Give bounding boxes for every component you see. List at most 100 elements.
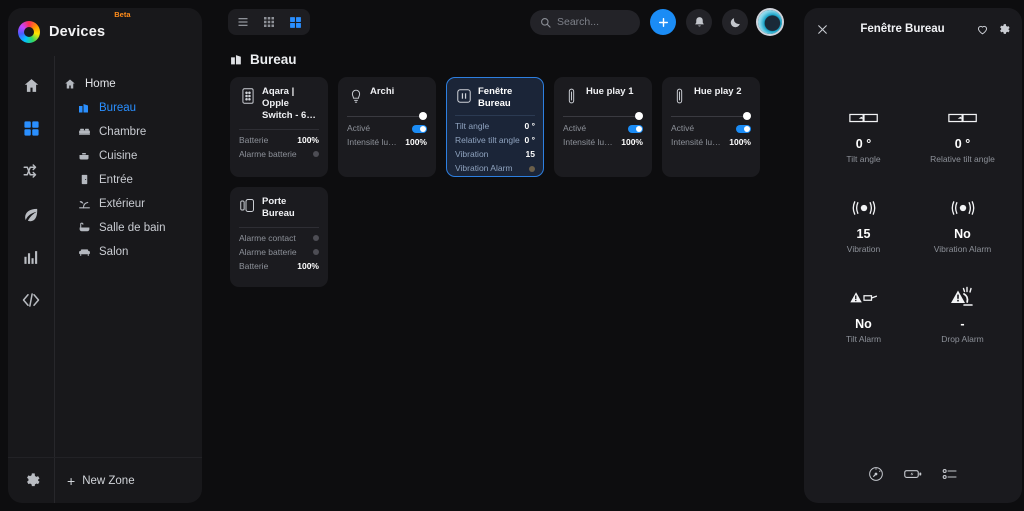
light-bar-icon [563, 86, 580, 105]
stat-vibration: 15 Vibration [814, 195, 913, 254]
rail-item-home[interactable] [18, 72, 44, 98]
brightness-slider[interactable] [671, 106, 751, 122]
light-bar-icon [671, 86, 688, 105]
card-property: Activé [347, 122, 427, 135]
zone-label: Cuisine [99, 149, 138, 162]
property-name: Relative tilt angle [455, 135, 520, 145]
door-sensor-icon [239, 196, 256, 215]
battery-icon[interactable] [904, 466, 922, 482]
plus-icon: + [67, 472, 76, 489]
card-header: Aqara | Opple Switch - 6… [239, 86, 319, 122]
card-property: Batterie 100% [239, 134, 319, 147]
options-list-icon[interactable] [942, 466, 958, 482]
device-card-porte-bureau[interactable]: Porte Bureau Alarme contact Alarme batte… [230, 187, 328, 287]
user-avatar[interactable] [758, 10, 782, 34]
panel-footer [804, 445, 1022, 503]
settings-button[interactable] [8, 472, 54, 489]
search-input[interactable] [557, 16, 630, 28]
notifications-button[interactable] [686, 9, 712, 35]
status-dot [313, 249, 319, 256]
zone-item-entree[interactable]: Entrée [55, 168, 202, 191]
rail-item-statistics[interactable] [18, 244, 44, 270]
stat-vibration-alarm: No Vibration Alarm [913, 195, 1012, 254]
zone-label: Entrée [99, 173, 133, 186]
close-icon[interactable] [816, 23, 829, 36]
stat-tilt-angle: 0 ° Tilt angle [814, 105, 913, 164]
add-device-button[interactable] [650, 9, 676, 35]
power-toggle[interactable] [412, 124, 427, 133]
theme-toggle-button[interactable] [722, 9, 748, 35]
bulb-icon [347, 86, 364, 105]
zone-item-chambre[interactable]: Chambre [55, 120, 202, 143]
heart-icon[interactable] [976, 23, 989, 36]
slider-track [563, 115, 637, 117]
zone-item-cuisine[interactable]: Cuisine [55, 144, 202, 167]
zone-item-home[interactable]: Home [55, 72, 202, 95]
property-value: 0 ° [524, 135, 536, 145]
property-value: 0 ° [524, 121, 536, 131]
card-property: Intensité lumineu… 100% [671, 136, 751, 149]
zone-label: Home [85, 77, 116, 90]
property-name: Activé [347, 123, 371, 133]
panel-header: Fenêtre Bureau [804, 8, 1022, 50]
stat-drop-alarm: - Drop Alarm [913, 285, 1012, 344]
brightness-slider[interactable] [563, 106, 643, 122]
card-divider [239, 226, 319, 228]
gauge-icon[interactable] [868, 466, 884, 482]
view-switcher [228, 9, 310, 35]
slider-knob[interactable] [743, 112, 751, 120]
drop-alarm-icon [950, 285, 976, 311]
property-value: 100% [405, 137, 427, 147]
rail-item-devices[interactable] [18, 115, 44, 141]
stat-grid: 0 ° Tilt angle 0 ° Relative tilt angle 1… [814, 105, 1012, 344]
power-toggle[interactable] [736, 124, 751, 133]
card-header: Hue play 2 [671, 86, 751, 106]
wall-switch-icon [239, 86, 256, 105]
brand-name: Devices [49, 24, 106, 40]
zone-item-salle-de-bain[interactable]: Salle de bain [55, 216, 202, 239]
compact-grid-view-button[interactable] [257, 12, 281, 32]
device-card-hue-play-2[interactable]: Hue play 2 Activé Intensité lumineu… 100… [662, 77, 760, 177]
device-card-aqara-opple-switch[interactable]: Aqara | Opple Switch - 6… Batterie 100% … [230, 77, 328, 177]
card-property: Alarme batterie [239, 148, 319, 161]
home-icon [63, 77, 77, 91]
new-zone-button[interactable]: + New Zone [54, 458, 202, 503]
card-property: Activé [671, 122, 751, 135]
tilt-angle-icon [947, 105, 978, 131]
brightness-slider[interactable] [347, 106, 427, 122]
stat-value: 0 ° [855, 137, 872, 151]
device-card-hue-play-1[interactable]: Hue play 1 Activé Intensité lumineu… 100… [554, 77, 652, 177]
zone-list: Home Bureau Chambre Cuisine Entrée Extér… [55, 72, 202, 457]
property-name: Activé [563, 123, 587, 133]
search-box[interactable] [530, 9, 640, 35]
page-title: Bureau [210, 44, 790, 77]
card-property: Vibration Alarm [455, 162, 535, 175]
card-property: Activé [563, 122, 643, 135]
zone-item-salon[interactable]: Salon [55, 240, 202, 263]
zone-item-bureau[interactable]: Bureau [55, 96, 202, 119]
slider-track [671, 115, 745, 117]
card-property: Relative tilt angle 0 ° [455, 134, 535, 147]
device-card-archi[interactable]: Archi Activé Intensité lumineu… 100% [338, 77, 436, 177]
rail-item-automations[interactable] [18, 158, 44, 184]
list-view-button[interactable] [231, 12, 255, 32]
rail-item-developer[interactable] [18, 287, 44, 313]
page-title-text: Bureau [250, 52, 297, 67]
stat-label: Vibration [846, 244, 881, 254]
slider-knob[interactable] [419, 112, 427, 120]
zone-item-exterieur[interactable]: Extérieur [55, 192, 202, 215]
card-title: Aqara | Opple Switch - 6… [262, 86, 316, 121]
gear-icon[interactable] [997, 23, 1010, 36]
card-property: Batterie 100% [239, 260, 319, 273]
device-card-fenetre-bureau[interactable]: Fenêtre Bureau Tilt angle 0 ° Relative t… [446, 77, 544, 177]
pot-icon [77, 149, 91, 163]
vibration-icon [849, 195, 879, 221]
card-grid-view-button[interactable] [283, 12, 307, 32]
card-title: Porte Bureau [262, 196, 295, 219]
card-header: Fenêtre Bureau [455, 86, 535, 109]
zone-label: Bureau [99, 101, 137, 114]
power-toggle[interactable] [628, 124, 643, 133]
slider-knob[interactable] [635, 112, 643, 120]
rail-item-energy[interactable] [18, 201, 44, 227]
sidebar: Devices Beta Home Bureau Chambre Cuisine… [8, 8, 202, 503]
